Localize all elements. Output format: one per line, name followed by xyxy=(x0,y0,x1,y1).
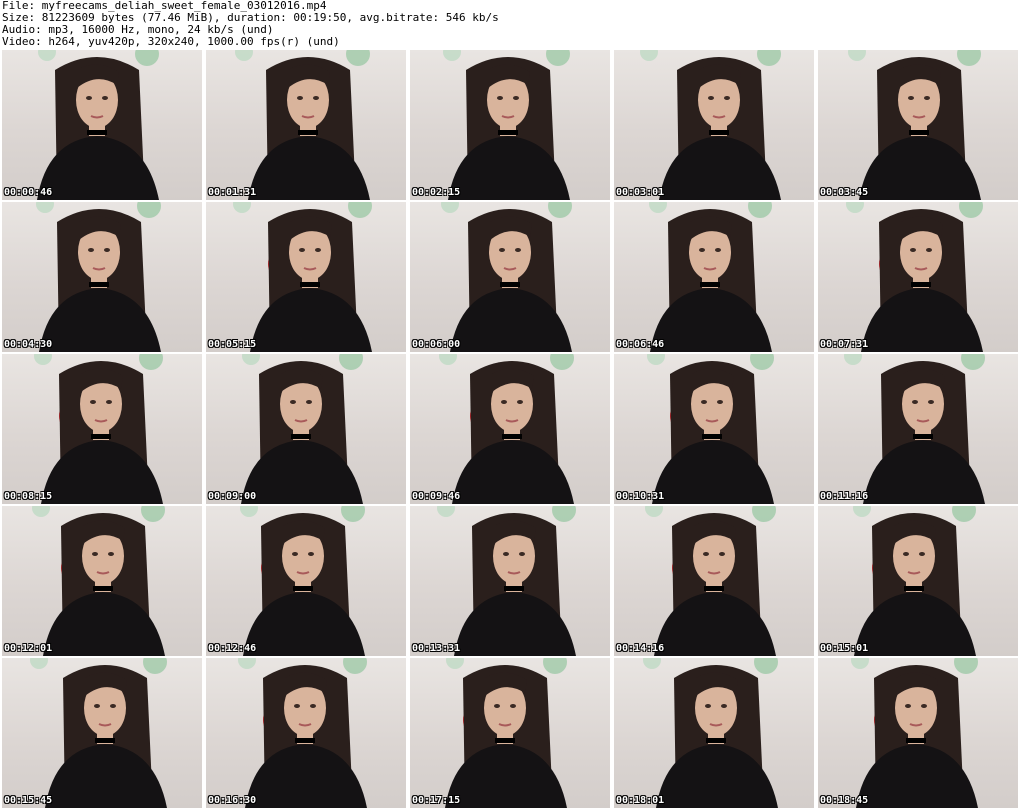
frame-image xyxy=(645,506,776,656)
video-thumbnail: 00:09:46 xyxy=(410,354,610,504)
video-thumbnail: 00:01:31 xyxy=(206,50,406,200)
frame-image xyxy=(32,506,165,656)
frame-image xyxy=(441,202,572,352)
video-thumbnail: 00:08:15 xyxy=(2,354,202,504)
file-info-header: File: myfreecams_deliah_sweet_female_030… xyxy=(0,0,1024,50)
thumbnail-timestamp: 00:00:46 xyxy=(4,187,53,198)
thumbnail-timestamp: 00:08:15 xyxy=(4,491,53,502)
frame-image xyxy=(30,658,167,808)
thumbnail-timestamp: 00:18:01 xyxy=(616,795,665,806)
video-thumbnail: 00:04:30 xyxy=(2,202,202,352)
frame-image xyxy=(241,354,363,504)
video-thumbnail: 00:16:30 xyxy=(206,658,406,808)
frame-image xyxy=(437,506,576,656)
video-thumbnail: 00:15:45 xyxy=(2,658,202,808)
thumbnail-timestamp: 00:06:00 xyxy=(412,339,461,350)
frame-image xyxy=(233,202,372,352)
video-thumbnail: 00:02:15 xyxy=(410,50,610,200)
frame-image xyxy=(235,50,370,200)
thumbnail-timestamp: 00:18:45 xyxy=(820,795,869,806)
thumbnail-timestamp: 00:15:01 xyxy=(820,643,869,654)
frame-image xyxy=(647,354,774,504)
video-thumbnail: 00:12:01 xyxy=(2,506,202,656)
frame-image xyxy=(643,658,778,808)
video-thumbnail: 00:15:01 xyxy=(818,506,1018,656)
frame-image xyxy=(846,202,983,352)
thumbnail-timestamp: 00:07:31 xyxy=(820,339,869,350)
frame-image xyxy=(439,354,574,504)
video-thumbnail: 00:03:45 xyxy=(818,50,1018,200)
frame-image xyxy=(853,506,976,656)
thumbnail-timestamp: 00:01:31 xyxy=(208,187,257,198)
frame-image xyxy=(445,658,567,808)
video-thumbnail: 00:09:00 xyxy=(206,354,406,504)
frame-image xyxy=(851,658,978,808)
thumbnail-timestamp: 00:09:46 xyxy=(412,491,461,502)
video-thumbnail: 00:18:01 xyxy=(614,658,814,808)
video-thumbnail: 00:06:46 xyxy=(614,202,814,352)
video-thumbnail: 00:00:46 xyxy=(2,50,202,200)
thumbnail-timestamp: 00:12:01 xyxy=(4,643,53,654)
video-thumbnail: 00:06:00 xyxy=(410,202,610,352)
thumbnail-timestamp: 00:05:15 xyxy=(208,339,257,350)
thumbnail-timestamp: 00:14:16 xyxy=(616,643,665,654)
video-thumbnail: 00:17:15 xyxy=(410,658,610,808)
thumbnail-timestamp: 00:13:31 xyxy=(412,643,461,654)
frame-image xyxy=(240,506,365,656)
frame-image xyxy=(34,354,163,504)
frame-image xyxy=(844,354,985,504)
thumbnail-timestamp: 00:03:45 xyxy=(820,187,869,198)
thumbnail-timestamp: 00:06:46 xyxy=(616,339,665,350)
thumbnail-timestamp: 00:10:31 xyxy=(616,491,665,502)
thumbnail-timestamp: 00:03:01 xyxy=(616,187,665,198)
frame-image xyxy=(37,50,159,200)
frame-image xyxy=(848,50,981,200)
video-thumbnail: 00:14:16 xyxy=(614,506,814,656)
frame-image xyxy=(640,50,781,200)
thumbnail-grid: 00:00:46 00:01:31 00:02:15 00:03:01 00:03:45… xyxy=(0,50,1024,811)
thumbnail-timestamp: 00:15:45 xyxy=(4,795,53,806)
thumbnail-timestamp: 00:16:30 xyxy=(208,795,257,806)
video-thumbnail: 00:10:31 xyxy=(614,354,814,504)
thumbnail-timestamp: 00:02:15 xyxy=(412,187,461,198)
video-thumbnail: 00:03:01 xyxy=(614,50,814,200)
frame-image xyxy=(443,50,570,200)
video-thumbnail: 00:12:46 xyxy=(206,506,406,656)
frame-image xyxy=(238,658,367,808)
video-thumbnail: 00:05:15 xyxy=(206,202,406,352)
thumbnail-timestamp: 00:12:46 xyxy=(208,643,257,654)
thumbnail-timestamp: 00:17:15 xyxy=(412,795,461,806)
video-info-line: Video: h264, yuv420p, 320x240, 1000.00 f… xyxy=(2,35,340,48)
video-thumbnail: 00:13:31 xyxy=(410,506,610,656)
video-thumbnail: 00:18:45 xyxy=(818,658,1018,808)
thumbnail-timestamp: 00:11:16 xyxy=(820,491,869,502)
frame-image xyxy=(649,202,772,352)
video-thumbnail: 00:07:31 xyxy=(818,202,1018,352)
frame-image xyxy=(36,202,161,352)
thumbnail-timestamp: 00:09:00 xyxy=(208,491,257,502)
thumbnail-timestamp: 00:04:30 xyxy=(4,339,53,350)
video-thumbnail: 00:11:16 xyxy=(818,354,1018,504)
